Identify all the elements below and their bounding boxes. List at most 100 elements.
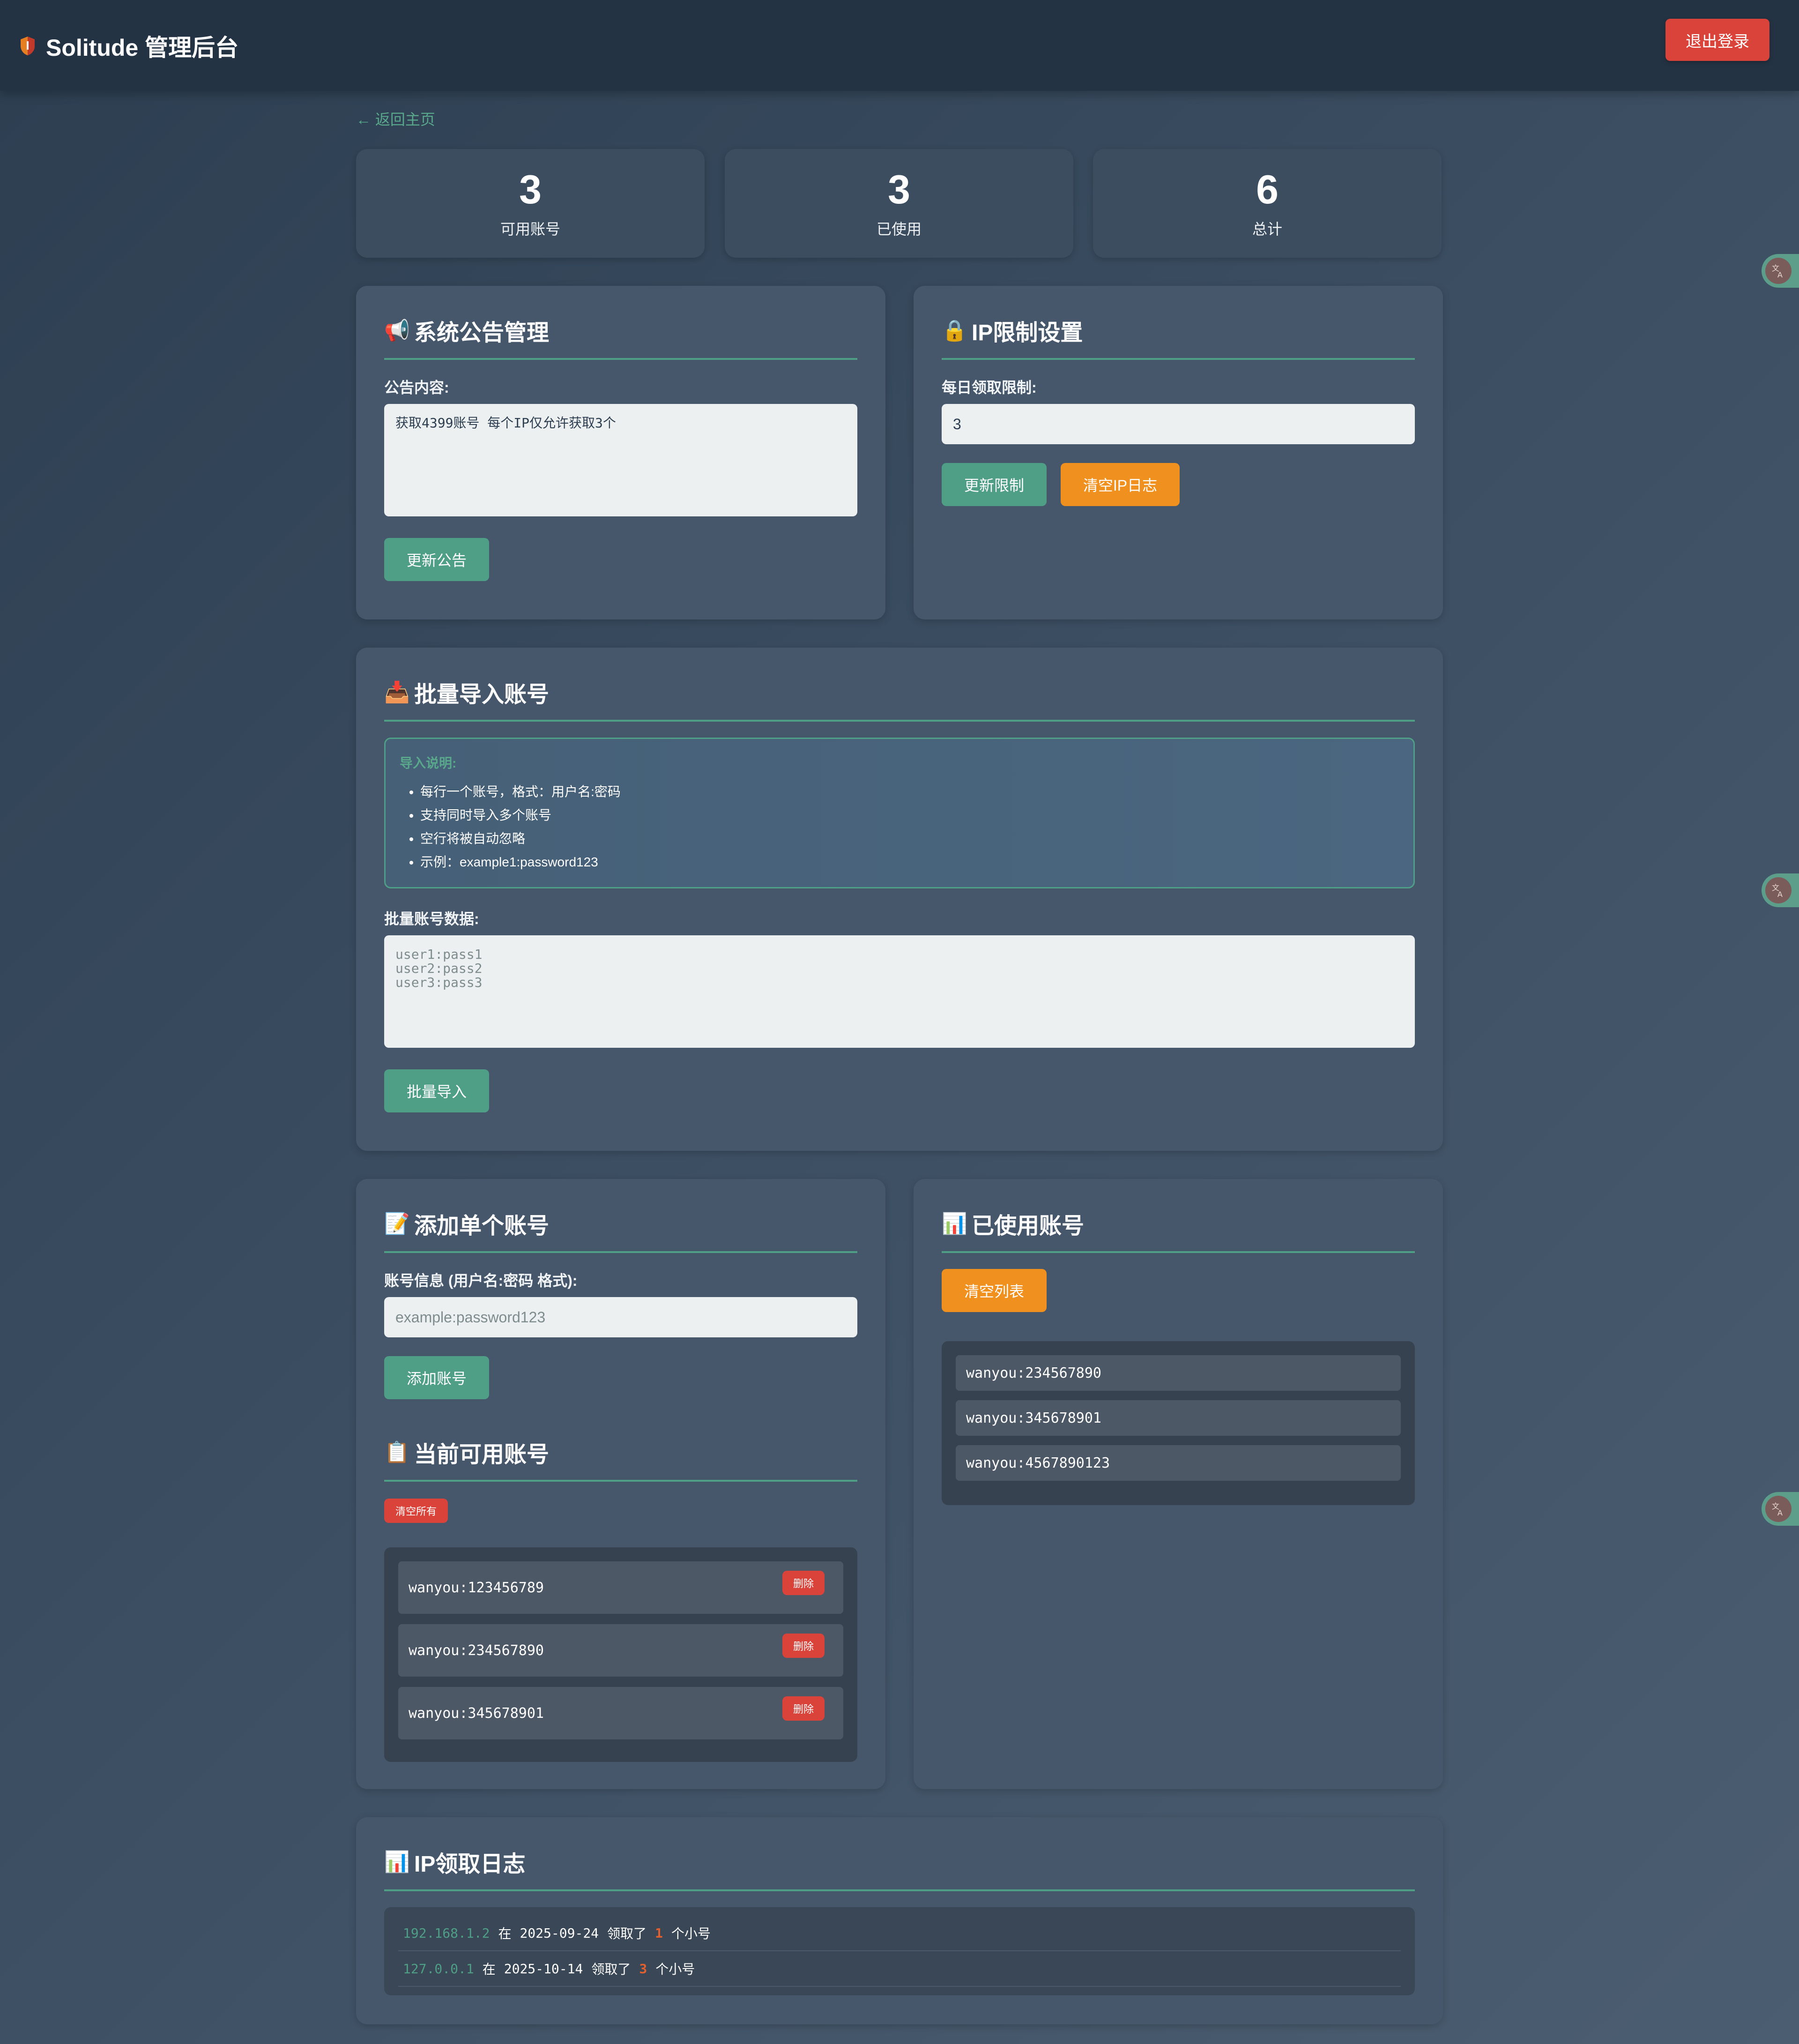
list-item: wanyou:234567890	[956, 1355, 1401, 1391]
ip-log-panel: 192.168.1.2 在 2025-09-24 领取了 1 个小号 127.0…	[384, 1907, 1415, 1995]
list-item: 示例：example1:password123	[420, 850, 1399, 874]
bar-chart-icon: 📊	[384, 1850, 410, 1873]
stat-value: 6	[1256, 167, 1279, 212]
list-item: 空行将被自动忽略	[420, 827, 1399, 850]
log-date: 2025-10-14	[504, 1961, 583, 1977]
account-text: wanyou:234567890	[409, 1642, 544, 1659]
used-accounts-card: 📊 已使用账号 清空列表 wanyou:234567890 wanyou:345…	[914, 1179, 1443, 1789]
list-item: wanyou:345678901	[956, 1400, 1401, 1436]
delete-button[interactable]: 删除	[782, 1571, 825, 1595]
back-home-link[interactable]: ← 返回主页	[356, 108, 435, 129]
translate-button[interactable]: 文A	[1762, 873, 1799, 907]
section-title: 📋 当前可用账号	[384, 1436, 857, 1482]
translate-icon: 文A	[1765, 258, 1792, 284]
clear-all-button[interactable]: 清空所有	[384, 1499, 448, 1523]
log-entry: 192.168.1.2 在 2025-09-24 领取了 1 个小号	[398, 1916, 1401, 1951]
account-field-label: 账号信息 (用户名:密码 格式):	[384, 1272, 578, 1289]
stat-total: 6 总计	[1093, 149, 1442, 258]
svg-text:A: A	[1777, 890, 1783, 899]
section-title: 📊 已使用账号	[942, 1207, 1415, 1253]
log-word: 领取了	[591, 1962, 631, 1977]
bar-chart-icon: 📊	[942, 1212, 967, 1235]
limit-label: 每日领取限制:	[942, 379, 1037, 396]
log-date: 2025-09-24	[520, 1925, 599, 1941]
section-title-text: 已使用账号	[972, 1214, 1085, 1238]
section-title-text: 批量导入账号	[414, 682, 550, 707]
announcement-textarea[interactable]: 获取4399账号 每个IP仅允许获取3个	[384, 404, 857, 516]
section-title-text: 当前可用账号	[414, 1442, 550, 1467]
section-title: 🔒 IP限制设置	[942, 314, 1415, 360]
announcement-content-label: 公告内容:	[384, 379, 449, 396]
section-title-text: 添加单个账号	[414, 1214, 550, 1238]
inbox-tray-icon: 📥	[384, 681, 410, 704]
add-account-card: 📝 添加单个账号 账号信息 (用户名:密码 格式): example:passw…	[356, 1179, 885, 1789]
list-item: wanyou:4567890123	[956, 1445, 1401, 1481]
stat-value: 3	[519, 167, 542, 212]
top-bar: Solitude 管理后台 退出登录	[0, 0, 1799, 91]
log-count: 1	[655, 1925, 663, 1941]
brand: Solitude 管理后台	[20, 27, 238, 65]
log-word: 个小号	[671, 1926, 711, 1941]
list-item: 每行一个账号，格式：用户名:密码	[420, 780, 1399, 804]
log-word: 个小号	[655, 1962, 695, 1977]
translate-icon: 文A	[1765, 877, 1792, 903]
log-word: 领取了	[607, 1926, 647, 1941]
svg-text:A: A	[1777, 270, 1783, 279]
stat-used: 3 已使用	[725, 149, 1073, 258]
translate-button[interactable]: 文A	[1762, 1492, 1799, 1526]
available-accounts-panel: wanyou:123456789 删除 wanyou:234567890 删除 …	[384, 1547, 857, 1762]
update-limit-button[interactable]: 更新限制	[942, 463, 1047, 506]
stat-value: 3	[888, 167, 910, 212]
list-item: wanyou:123456789 删除	[398, 1561, 843, 1614]
log-word: 在	[498, 1926, 512, 1941]
section-title: 📥 批量导入账号	[384, 676, 1415, 722]
translate-icon: 文A	[1765, 1496, 1792, 1522]
log-word: 在	[482, 1962, 496, 1977]
account-input[interactable]: example:password123	[384, 1297, 857, 1337]
import-instructions: 导入说明: 每行一个账号，格式：用户名:密码 支持同时导入多个账号 空行将被自动…	[384, 738, 1415, 888]
account-text: wanyou:345678901	[409, 1705, 544, 1722]
list-item: 支持同时导入多个账号	[420, 804, 1399, 827]
section-title: 📝 添加单个账号	[384, 1207, 857, 1253]
translate-button[interactable]: 文A	[1762, 254, 1799, 288]
announcement-card: 📢 系统公告管理 公告内容: 获取4399账号 每个IP仅允许获取3个 更新公告	[356, 286, 885, 619]
megaphone-icon: 📢	[384, 319, 410, 342]
section-title: 📢 系统公告管理	[384, 314, 857, 360]
bulk-import-button[interactable]: 批量导入	[384, 1069, 489, 1112]
delete-button[interactable]: 删除	[782, 1634, 825, 1658]
clear-ip-log-button[interactable]: 清空IP日志	[1061, 463, 1180, 506]
log-ip: 192.168.1.2	[403, 1925, 490, 1941]
lock-icon: 🔒	[942, 319, 967, 342]
section-title-text: IP限制设置	[972, 321, 1083, 345]
ip-log-card: 📊 IP领取日志 192.168.1.2 在 2025-09-24 领取了 1 …	[356, 1817, 1443, 2024]
instructions-title: 导入说明:	[400, 756, 457, 770]
stat-label: 可用账号	[500, 221, 560, 238]
clear-used-list-button[interactable]: 清空列表	[942, 1269, 1047, 1312]
bulk-import-card: 📥 批量导入账号 导入说明: 每行一个账号，格式：用户名:密码 支持同时导入多个…	[356, 648, 1443, 1151]
logout-button[interactable]: 退出登录	[1665, 19, 1769, 61]
svg-text:A: A	[1777, 1508, 1783, 1517]
log-ip: 127.0.0.1	[403, 1961, 474, 1977]
list-item: wanyou:345678901 删除	[398, 1687, 843, 1739]
delete-button[interactable]: 删除	[782, 1696, 825, 1721]
clipboard-icon: 📋	[384, 1441, 410, 1464]
section-title: 📊 IP领取日志	[384, 1845, 1415, 1891]
section-title-text: 系统公告管理	[414, 321, 550, 345]
bulk-data-textarea[interactable]: user1:pass1 user2:pass2 user3:pass3	[384, 935, 1415, 1048]
used-accounts-panel: wanyou:234567890 wanyou:345678901 wanyou…	[942, 1341, 1415, 1505]
app-title: Solitude 管理后台	[46, 35, 239, 61]
limit-input[interactable]: 3	[942, 404, 1415, 444]
instructions-list: 每行一个账号，格式：用户名:密码 支持同时导入多个账号 空行将被自动忽略 示例：…	[400, 780, 1399, 874]
account-text: wanyou:123456789	[409, 1579, 544, 1596]
stat-available: 3 可用账号	[356, 149, 705, 258]
add-account-button[interactable]: 添加账号	[384, 1356, 489, 1399]
stat-label: 总计	[1252, 221, 1282, 238]
memo-icon: 📝	[384, 1212, 410, 1235]
update-announcement-button[interactable]: 更新公告	[384, 538, 489, 581]
ip-limit-card: 🔒 IP限制设置 每日领取限制: 3 更新限制 清空IP日志	[914, 286, 1443, 619]
list-item: wanyou:234567890 删除	[398, 1624, 843, 1677]
log-count: 3	[639, 1961, 647, 1977]
bulk-data-label: 批量账号数据:	[384, 910, 479, 927]
log-entry: 127.0.0.1 在 2025-10-14 领取了 3 个小号	[398, 1951, 1401, 1987]
section-title-text: IP领取日志	[414, 1852, 526, 1877]
